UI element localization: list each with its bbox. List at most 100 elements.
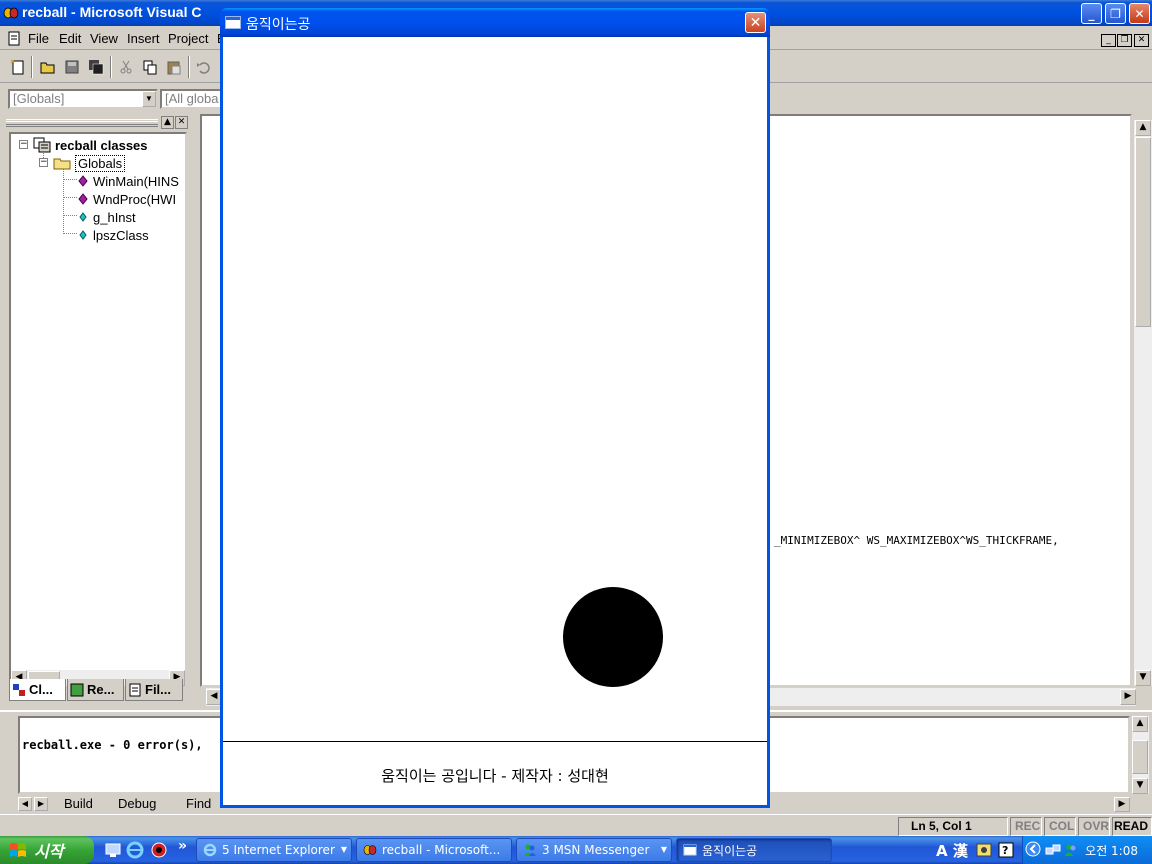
menu-file[interactable]: File <box>28 31 49 46</box>
status-bar: Ln 5, Col 1 REC COL OVR READ <box>0 814 1152 836</box>
tree-folder-label: Globals <box>75 154 126 172</box>
tab-debug[interactable]: Debug <box>118 796 156 811</box>
collapse-root-button[interactable]: − <box>19 140 28 149</box>
code-line: _MINIMIZEBOX^ WS_MAXIMIZEBOX^WS_THICKFRA… <box>774 534 1059 547</box>
tab-scroll-right-icon[interactable]: ▶ <box>34 797 48 811</box>
class-combo[interactable]: [Globals] ▼ <box>8 89 158 109</box>
tree-item-winmain[interactable]: WinMain(HINS <box>77 172 179 190</box>
mdi-restore-button[interactable]: ❐ <box>1117 34 1132 47</box>
tree-folder-globals[interactable]: Globals <box>53 154 126 172</box>
panel-grip[interactable] <box>6 119 158 127</box>
taskbar-button-msn-messenger[interactable]: 3 MSN Messenger ▼ <box>516 838 672 862</box>
document-icon[interactable] <box>8 31 22 46</box>
collapse-globals-button[interactable]: − <box>39 158 48 167</box>
output-vertical-scrollbar[interactable]: ▲ ▼ <box>1132 716 1149 794</box>
media-player-icon[interactable] <box>150 841 168 859</box>
folder-icon <box>53 158 71 170</box>
tree-item-g-hinst[interactable]: g_hInst <box>77 208 136 226</box>
indicator-col: COL <box>1044 817 1076 836</box>
main-window-title: recball - Microsoft Visual C <box>22 4 202 20</box>
tree-item-lpszclass[interactable]: lpszClass <box>77 226 149 244</box>
taskbar-button-label: 3 MSN Messenger <box>542 843 650 857</box>
panel-maximize-button[interactable]: ▲ <box>161 116 174 129</box>
tree-item-wndproc[interactable]: WndProc(HWI <box>77 190 176 208</box>
chevron-down-icon[interactable]: ▼ <box>142 91 156 107</box>
copy-icon[interactable] <box>140 57 160 77</box>
ime-indicator[interactable]: A 漢 <box>936 840 968 861</box>
scroll-right-icon[interactable]: ▶ <box>1114 797 1130 812</box>
internet-explorer-icon[interactable] <box>126 841 144 859</box>
tab-classview[interactable]: Cl... <box>9 679 66 701</box>
variable-icon <box>79 212 87 222</box>
close-button[interactable]: ✕ <box>1129 3 1150 24</box>
scroll-up-icon[interactable]: ▲ <box>1132 716 1148 732</box>
taskbar-button-label: recball - Microsoft... <box>382 843 501 857</box>
restore-button[interactable]: ❐ <box>1105 3 1126 24</box>
start-label: 시작 <box>34 842 64 861</box>
taskbar-button-visual-cpp[interactable]: recball - Microsoft... <box>356 838 512 862</box>
save-icon[interactable] <box>62 57 82 77</box>
panel-close-button[interactable]: ✕ <box>175 116 188 129</box>
toolbar-separator <box>110 56 112 78</box>
dialog-client-area: 움직이는 공입니다 - 제작자 : 성대현 <box>223 37 767 805</box>
dialog-title: 움직이는공 <box>246 17 311 33</box>
quick-launch-chevron[interactable]: » <box>178 838 187 854</box>
messenger-tray-icon[interactable] <box>1063 842 1079 858</box>
scroll-right-icon[interactable]: ▶ <box>1120 689 1136 705</box>
fileview-icon <box>129 683 141 696</box>
help-icon[interactable]: ? <box>998 842 1014 858</box>
close-button[interactable]: ✕ <box>745 12 766 33</box>
tree-root[interactable]: recball classes <box>33 136 148 154</box>
tray-expand-icon[interactable] <box>1025 841 1041 857</box>
cut-icon[interactable] <box>116 57 136 77</box>
tab-scroll-left-icon[interactable]: ◀ <box>18 797 32 811</box>
build-result-text: recball.exe - 0 error(s), <box>22 738 203 752</box>
start-button[interactable]: 시작 <box>0 836 94 864</box>
tab-label: Re... <box>87 682 115 697</box>
indicator-rec: REC <box>1010 817 1042 836</box>
save-all-icon[interactable] <box>86 57 106 77</box>
undo-icon[interactable] <box>194 57 214 77</box>
method-icon <box>78 193 88 205</box>
clock[interactable]: 오전 1:08 <box>1085 842 1138 859</box>
filter-combo-value: [All globa <box>165 91 219 106</box>
scroll-up-icon[interactable]: ▲ <box>1135 120 1151 136</box>
toolbar-separator <box>31 56 33 78</box>
system-tray: 오전 1:08 <box>1022 836 1152 864</box>
tab-resourceview[interactable]: Re... <box>67 679 124 701</box>
new-text-file-icon[interactable] <box>8 57 28 77</box>
open-folder-icon[interactable] <box>38 57 58 77</box>
tab-fileview[interactable]: Fil... <box>125 679 183 701</box>
taskbar: 시작 » 5 Internet Explorer ▼ recball - Mic… <box>0 836 1152 864</box>
menu-edit[interactable]: Edit <box>59 31 81 46</box>
divider <box>223 741 767 742</box>
tab-build[interactable]: Build <box>64 796 93 811</box>
resourceview-icon <box>70 683 84 696</box>
menu-insert[interactable]: Insert <box>127 31 160 46</box>
tab-find[interactable]: Find <box>186 796 211 811</box>
class-tree: − recball classes − Globals WinMain(HINS… <box>9 132 187 688</box>
paste-icon[interactable] <box>164 57 184 77</box>
filter-combo[interactable]: [All globa <box>160 89 220 109</box>
variable-icon <box>79 230 87 240</box>
tree-item-label: lpszClass <box>93 227 149 243</box>
dialog-titlebar[interactable]: 움직이는공 ✕ <box>220 8 770 37</box>
mdi-close-button[interactable]: ✕ <box>1134 34 1149 47</box>
scroll-thumb[interactable] <box>1132 740 1148 774</box>
scroll-down-icon[interactable]: ▼ <box>1135 670 1151 686</box>
tree-connector <box>63 179 77 180</box>
minimize-button[interactable]: _ <box>1081 3 1102 24</box>
editor-vertical-scrollbar[interactable]: ▲ ▼ <box>1134 120 1152 686</box>
show-desktop-icon[interactable] <box>104 841 122 859</box>
ime-mode-icon[interactable] <box>976 842 992 858</box>
taskbar-button-moving-ball[interactable]: 움직이는공 <box>676 838 832 862</box>
taskbar-button-internet-explorer[interactable]: 5 Internet Explorer ▼ <box>196 838 352 862</box>
mdi-minimize-button[interactable]: _ <box>1101 34 1116 47</box>
menu-project[interactable]: Project <box>168 31 208 46</box>
scroll-down-icon[interactable]: ▼ <box>1132 778 1148 794</box>
menu-view[interactable]: View <box>90 31 118 46</box>
network-icon[interactable] <box>1045 842 1061 858</box>
scroll-thumb[interactable] <box>1135 137 1151 327</box>
visual-cpp-icon <box>3 7 19 19</box>
workspace-tabs: Cl... Re... Fil... <box>9 679 187 703</box>
